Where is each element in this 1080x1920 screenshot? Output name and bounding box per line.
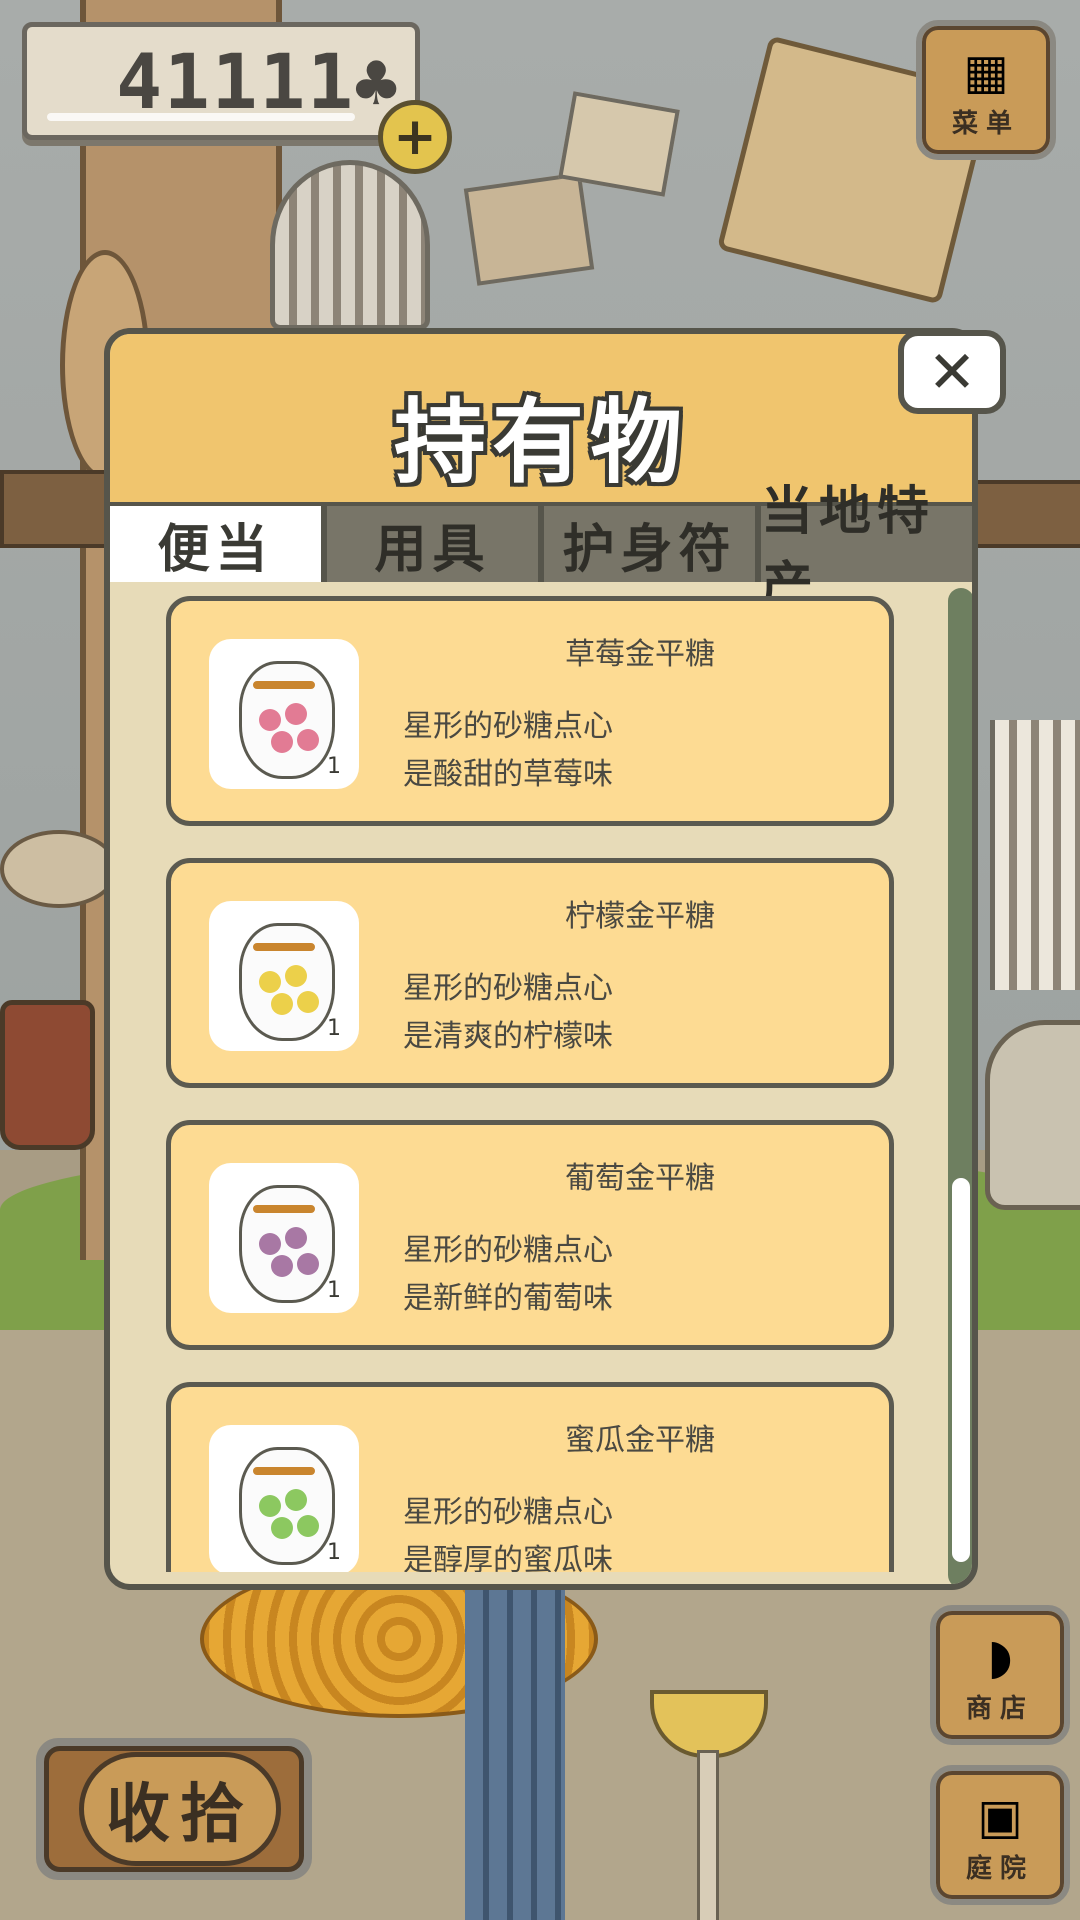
item-description: 是新鲜的葡萄味	[403, 1281, 613, 1316]
candy-icon	[259, 1495, 281, 1517]
ribbon-icon	[253, 1205, 315, 1213]
candy-icon	[271, 731, 293, 753]
item-description: 是醇厚的蜜瓜味	[403, 1543, 613, 1572]
menu-cards-icon: ▦	[963, 44, 1009, 100]
item-image: 1	[209, 901, 359, 1051]
list-item[interactable]: 1 蜜瓜金平糖 星形的砂糖点心 是醇厚的蜜瓜味	[166, 1382, 894, 1572]
candy-icon	[297, 1515, 319, 1537]
ribbon-icon	[253, 943, 315, 951]
yard-label: 庭院	[965, 1854, 1034, 1884]
item-list[interactable]: 1 草莓金平糖 星形的砂糖点心 是酸甜的草莓味 1 柠檬金平糖 星形的砂糖点心 …	[166, 596, 894, 1572]
item-name: 草莓金平糖	[565, 637, 715, 672]
candy-icon	[259, 1233, 281, 1255]
candy-icon	[285, 1227, 307, 1249]
close-button[interactable]: ✕	[898, 330, 1006, 414]
pinned-note	[558, 91, 680, 197]
inventory-dialog: 持有物 便当 用具 护身符 当地特产 1 草莓金平糖 星形的砂糖点心 是酸甜的草…	[104, 328, 978, 1590]
list-item[interactable]: 1 草莓金平糖 星形的砂糖点心 是酸甜的草莓味	[166, 596, 894, 826]
lamp-pole	[697, 1750, 719, 1920]
candy-icon	[297, 991, 319, 1013]
item-description: 是酸甜的草莓味	[403, 757, 613, 792]
shelf-right	[970, 480, 1080, 548]
add-clover-button[interactable]: +	[378, 100, 452, 174]
candy-icon	[271, 1517, 293, 1539]
candy-icon	[297, 1253, 319, 1275]
pinned-note	[463, 172, 595, 286]
item-count: 1	[327, 754, 341, 779]
item-image: 1	[209, 1163, 359, 1313]
item-count: 1	[327, 1016, 341, 1041]
shop-bag-icon: ◗	[987, 1629, 1013, 1685]
candy-icon	[285, 1489, 307, 1511]
item-count: 1	[327, 1540, 341, 1565]
counter-highlight	[47, 113, 355, 121]
item-name: 葡萄金平糖	[565, 1161, 715, 1196]
item-description: 星形的砂糖点心	[403, 709, 613, 744]
candy-icon	[271, 1255, 293, 1277]
yard-button[interactable]: ▣ 庭院	[930, 1765, 1070, 1905]
ribbon-icon	[253, 1467, 315, 1475]
item-description: 星形的砂糖点心	[403, 1495, 613, 1530]
item-image: 1	[209, 639, 359, 789]
shop-button[interactable]: ◗ 商店	[930, 1605, 1070, 1745]
candy-icon	[259, 709, 281, 731]
window-right	[990, 720, 1080, 990]
inventory-tabs: 便当 用具 护身符 当地特产	[110, 482, 972, 617]
item-description: 星形的砂糖点心	[403, 971, 613, 1006]
list-item[interactable]: 1 葡萄金平糖 星形的砂糖点心 是新鲜的葡萄味	[166, 1120, 894, 1350]
tab-tools[interactable]: 用具	[327, 502, 538, 582]
candy-icon	[285, 703, 307, 725]
candy-icon	[285, 965, 307, 987]
stone-oven	[985, 1020, 1080, 1210]
item-count: 1	[327, 1278, 341, 1303]
scrollbar-thumb[interactable]	[952, 1178, 970, 1562]
ribbon-icon	[253, 681, 315, 689]
tab-charms[interactable]: 护身符	[544, 502, 755, 582]
tab-souvenirs[interactable]: 当地特产	[761, 482, 972, 617]
clover-counter: 41111 ♣	[22, 22, 420, 140]
collect-button-frame: 收拾	[44, 1746, 304, 1872]
item-name: 柠檬金平糖	[565, 899, 715, 934]
mushroom-table	[0, 830, 118, 908]
menu-button[interactable]: ▦ 菜单	[916, 20, 1056, 160]
candy-icon	[297, 729, 319, 751]
curtain	[465, 1590, 565, 1920]
item-image: 1	[209, 1425, 359, 1572]
mailbox-icon: ▣	[977, 1789, 1023, 1845]
item-name: 蜜瓜金平糖	[565, 1423, 715, 1458]
item-description: 是清爽的柠檬味	[403, 1019, 613, 1054]
shop-label: 商店	[965, 1694, 1034, 1724]
candy-icon	[259, 971, 281, 993]
collect-label: 收拾	[79, 1752, 281, 1866]
tab-bento[interactable]: 便当	[110, 502, 321, 582]
list-item[interactable]: 1 柠檬金平糖 星形的砂糖点心 是清爽的柠檬味	[166, 858, 894, 1088]
window-left	[270, 160, 430, 330]
clay-pot	[0, 1000, 95, 1150]
item-description: 星形的砂糖点心	[403, 1233, 613, 1268]
collect-button[interactable]: 收拾	[36, 1738, 312, 1880]
menu-label: 菜单	[951, 109, 1020, 139]
candy-icon	[271, 993, 293, 1015]
